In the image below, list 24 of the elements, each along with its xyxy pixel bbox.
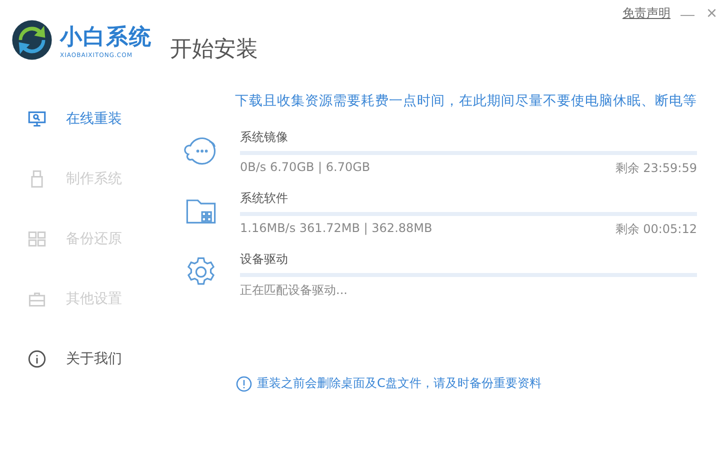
close-button[interactable]: × bbox=[704, 3, 719, 24]
grid-icon bbox=[28, 230, 46, 248]
briefcase-icon bbox=[28, 290, 46, 308]
time-remaining: 剩余 23:59:59 bbox=[615, 160, 697, 177]
sidebar-item[interactable]: 在线重装 bbox=[28, 107, 170, 131]
task-detail: 1.16MB/s 361.72MB | 362.88MB bbox=[240, 221, 432, 237]
task-name: 系统软件 bbox=[240, 190, 289, 207]
minimize-button[interactable]: — bbox=[678, 6, 696, 22]
info-icon bbox=[28, 350, 46, 368]
warning-text: 重装之前会删除桌面及C盘文件，请及时备份重要资料 bbox=[257, 375, 542, 392]
disclaimer-link[interactable]: 免责声明 bbox=[622, 5, 670, 22]
notice-text: 下载且收集资源需要耗费一点时间，在此期间尽量不要使电脑休眠、断电等 bbox=[235, 92, 697, 110]
logo-name: 小白系统 bbox=[60, 24, 152, 52]
task-name: 系统镜像 bbox=[240, 129, 289, 146]
warning-icon bbox=[236, 376, 252, 392]
monitor-icon bbox=[28, 110, 46, 128]
sidebar-item[interactable]: 关于我们 bbox=[28, 347, 170, 371]
task-detail: 0B/s 6.70GB | 6.70GB bbox=[240, 160, 370, 176]
usb-drive-icon bbox=[28, 170, 46, 188]
task-detail: 正在匹配设备驱动... bbox=[240, 282, 348, 299]
page-title: 开始安装 bbox=[170, 36, 258, 64]
time-remaining: 剩余 00:05:12 bbox=[615, 221, 697, 238]
logo-icon bbox=[10, 18, 54, 62]
task-name: 设备驱动 bbox=[240, 251, 289, 268]
